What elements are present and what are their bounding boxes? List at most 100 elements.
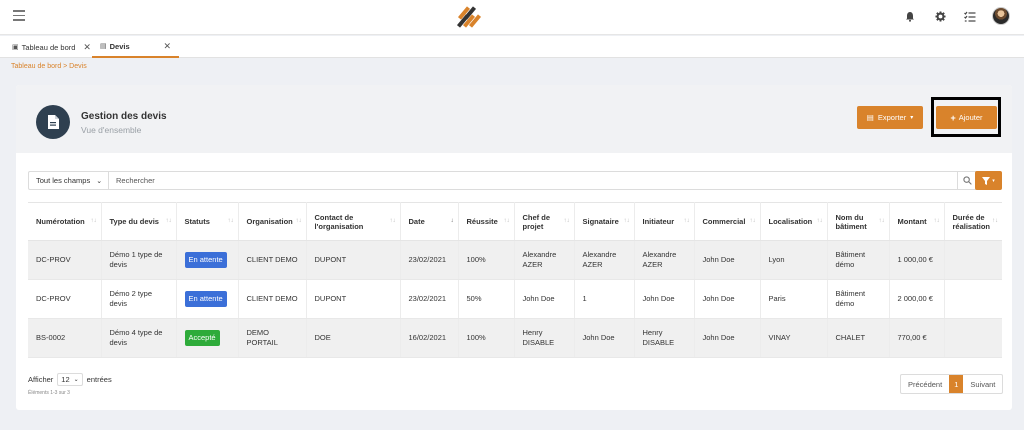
cell-type: Démo 1 type de devis: [101, 240, 177, 280]
table-row[interactable]: DC-PROV Démo 2 type devis En attente CLI…: [28, 279, 1002, 319]
cell-organisation: CLIENT DEMO: [238, 279, 307, 319]
add-button[interactable]: + Ajouter: [936, 106, 997, 129]
search-bar: Tout les champs ⌄ Rechercher: [28, 171, 978, 190]
filter-icon: [982, 176, 991, 185]
cell-reussite: 100%: [458, 318, 515, 358]
column-header[interactable]: Durée de réalisation ↑↓: [944, 202, 1002, 241]
chevron-down-icon: ⌄: [96, 177, 103, 185]
menu-icon[interactable]: [13, 10, 25, 22]
column-header[interactable]: Commercial ↑↓: [694, 202, 761, 241]
tab-devis[interactable]: ▤ Devis ✕: [92, 36, 179, 58]
cell-duree: [944, 318, 1002, 358]
cell-numerotation: DC-PROV: [28, 279, 102, 319]
column-header[interactable]: Signataire ↑↓: [574, 202, 635, 241]
cell-localisation: Paris: [760, 279, 828, 319]
cell-localisation: VINAY: [760, 318, 828, 358]
column-header[interactable]: Contact de l'organisation ↑↓: [306, 202, 401, 241]
column-header[interactable]: Organisation ↑↓: [238, 202, 307, 241]
table-row[interactable]: DC-PROV Démo 1 type de devis En attente …: [28, 240, 1002, 280]
cell-batiment: CHALET: [827, 318, 890, 358]
cell-status: Accepté: [176, 318, 239, 358]
cell-type: Démo 4 type de devis: [101, 318, 177, 358]
column-label: Initiateur: [642, 217, 675, 226]
sort-icon[interactable]: ↑↓: [504, 218, 510, 224]
column-header[interactable]: Numérotation ↑↓: [28, 202, 102, 241]
status-badge: En attente: [184, 291, 227, 307]
tasks-icon[interactable]: [962, 8, 978, 24]
column-header[interactable]: Date ↓: [400, 202, 459, 241]
tab-bar: ▣ Tableau de bord ✕ ▤ Devis ✕: [0, 36, 1024, 58]
column-label: Contact de l'organisation: [314, 212, 364, 231]
tab-dashboard[interactable]: ▣ Tableau de bord ✕: [4, 36, 99, 58]
sort-icon[interactable]: ↑↓: [879, 218, 885, 224]
pagination: Précédent 1 Suivant: [900, 374, 1004, 394]
prev-page-button[interactable]: Précédent: [901, 375, 949, 393]
sort-icon[interactable]: ↑↓: [750, 218, 756, 224]
cell-initiateur: Alexandre AZER: [634, 240, 695, 280]
cell-batiment: Bâtiment démo: [827, 240, 890, 280]
column-header[interactable]: Type du devis ↑↓: [101, 202, 177, 241]
close-icon[interactable]: ✕: [163, 41, 171, 52]
file-icon: ▤: [866, 113, 874, 122]
column-label: Réussite: [466, 217, 498, 226]
cell-montant: 2 000,00 €: [889, 279, 945, 319]
filter-button[interactable]: ▾: [975, 171, 1002, 190]
cell-type: Démo 2 type devis: [101, 279, 177, 319]
column-header[interactable]: Nom du bâtiment ↑↓: [827, 202, 890, 241]
column-label: Montant: [897, 217, 927, 226]
cell-chef: Alexandre AZER: [514, 240, 575, 280]
user-avatar[interactable]: [992, 7, 1010, 25]
column-label: Numérotation: [36, 217, 85, 226]
search-input[interactable]: Rechercher: [109, 176, 957, 185]
column-label: Signataire: [582, 217, 619, 226]
sort-icon[interactable]: ↑↓: [228, 218, 234, 224]
column-header[interactable]: Statuts ↑↓: [176, 202, 239, 241]
column-label: Chef de projet: [522, 212, 551, 231]
column-label: Statuts: [184, 217, 210, 226]
sort-desc-icon[interactable]: ↓: [451, 218, 454, 224]
sort-icon[interactable]: ↑↓: [166, 218, 172, 224]
column-header[interactable]: Initiateur ↑↓: [634, 202, 695, 241]
cell-date: 23/02/2021: [400, 279, 459, 319]
search-icon[interactable]: [957, 172, 977, 189]
page-size-select[interactable]: 12 ⌄: [57, 373, 83, 386]
column-label: Localisation: [768, 217, 813, 226]
cell-status: En attente: [176, 279, 239, 319]
sort-icon[interactable]: ↑↓: [390, 218, 396, 224]
cell-reussite: 50%: [458, 279, 515, 319]
sort-icon[interactable]: ↑↓: [91, 218, 97, 224]
export-button[interactable]: ▤ Exporter ▾: [857, 106, 923, 129]
column-header[interactable]: Réussite ↑↓: [458, 202, 515, 241]
caret-down-icon: ▾: [992, 177, 995, 184]
sort-icon[interactable]: ↑↓: [817, 218, 823, 224]
status-badge: Accepté: [184, 330, 220, 346]
column-header[interactable]: Localisation ↑↓: [760, 202, 828, 241]
cell-commercial: John Doe: [694, 318, 761, 358]
sort-icon[interactable]: ↑↓: [624, 218, 630, 224]
column-label: Durée de réalisation: [952, 212, 991, 231]
sort-icon[interactable]: ↑↓: [296, 218, 302, 224]
app-logo[interactable]: [452, 4, 484, 30]
add-label: Ajouter: [958, 113, 983, 122]
gear-icon[interactable]: [932, 8, 948, 24]
bell-icon[interactable]: [902, 8, 918, 24]
sort-icon[interactable]: ↑↓: [684, 218, 690, 224]
cell-contact: DOE: [306, 318, 401, 358]
page-button-1[interactable]: 1: [949, 375, 964, 393]
document-icon: [36, 105, 70, 139]
column-header[interactable]: Montant ↑↓: [889, 202, 945, 241]
cell-localisation: Lyon: [760, 240, 828, 280]
close-icon[interactable]: ✕: [83, 42, 91, 53]
column-header[interactable]: Chef de projet ↑↓: [514, 202, 575, 241]
sort-icon[interactable]: ↑↓: [934, 218, 940, 224]
next-page-button[interactable]: Suivant: [963, 375, 1002, 393]
search-field-select[interactable]: Tout les champs ⌄: [29, 172, 109, 189]
page-subtitle: Vue d'ensemble: [81, 125, 142, 135]
breadcrumb[interactable]: Tableau de bord > Devis: [11, 63, 87, 70]
table-row[interactable]: BS-0002 Démo 4 type de devis Accepté DEM…: [28, 318, 1002, 358]
sort-icon[interactable]: ↑↓: [564, 218, 570, 224]
plus-icon: +: [950, 112, 956, 123]
column-label: Type du devis: [109, 217, 159, 226]
cell-initiateur: Henry DISABLE: [634, 318, 695, 358]
sort-icon[interactable]: ↑↓: [992, 218, 998, 224]
